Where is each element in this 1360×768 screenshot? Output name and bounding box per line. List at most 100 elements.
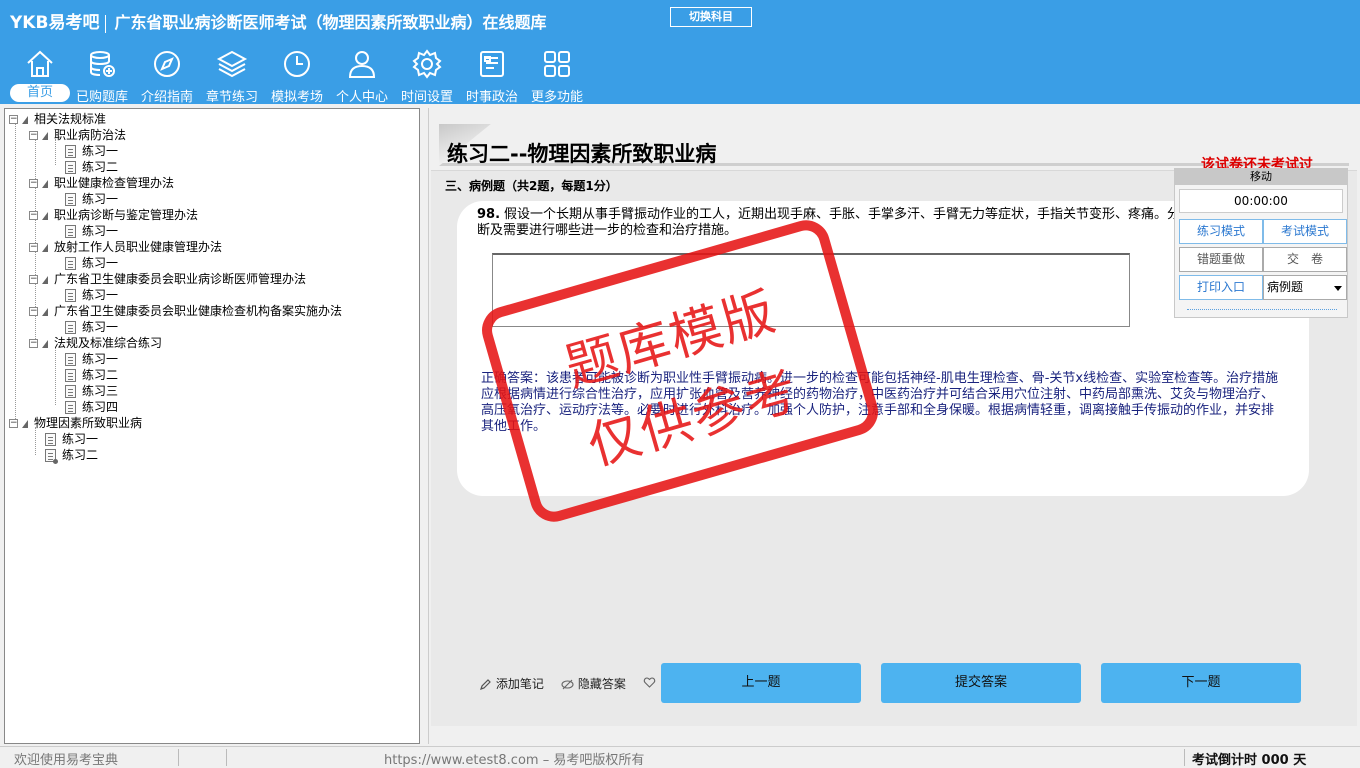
collapse-icon[interactable]: − [29,307,38,316]
question-body: 假设一个长期从事手臂振动作业的工人，近期出现手麻、手胀、手掌多汗、手臂无力等症状… [477,207,1285,238]
tree-leaf[interactable]: 练习一 [65,319,118,335]
tree-leaf-label: 练习二 [62,448,99,462]
collapse-icon[interactable]: − [29,275,38,284]
collapse-icon[interactable]: − [29,179,38,188]
nav-current-affairs[interactable]: 时事政治 [460,46,524,105]
add-note-button[interactable]: 添加笔记 [479,675,544,692]
question-type-select[interactable]: 病例题 [1263,275,1347,300]
collapse-icon[interactable]: − [29,211,38,220]
hand-in-button[interactable]: 交 卷 [1263,247,1347,272]
nav-profile-label: 个人中心 [335,90,388,105]
exam-control-panel: 移动 00:00:00 练习模式 考试模式 错题重做 交 卷 打印入口 病例题 [1174,168,1348,318]
nav-mock[interactable]: 模拟考场 [265,46,329,105]
tree-node-group[interactable]: − 职业病诊断与鉴定管理办法 [29,207,198,223]
folder-icon [42,179,48,188]
tree-node-label: 职业病诊断与鉴定管理办法 [54,208,199,222]
nav-current-affairs-label: 时事政治 [465,90,518,105]
tree-node-group[interactable]: − 法规及标准综合练习 [29,335,162,351]
collapse-icon[interactable]: − [29,339,38,348]
redo-wrong-button[interactable]: 错题重做 [1179,247,1263,272]
panel-divider [1187,309,1337,310]
tree-leaf[interactable]: 练习一 [65,351,118,367]
tree-leaf[interactable]: 练习一 [45,431,98,447]
collapse-icon[interactable]: − [9,419,18,428]
document-icon [65,161,76,174]
heart-icon [643,677,656,688]
panel-move-handle[interactable]: 移动 [1175,169,1347,185]
submit-answer-button[interactable]: 提交答案 [881,663,1081,703]
nav-chapter[interactable]: 章节练习 [200,46,264,105]
collapse-icon[interactable]: − [9,115,18,124]
tree-node-group[interactable]: − 广东省卫生健康委员会职业健康检查机构备案实施办法 [29,303,342,319]
tree-node-group[interactable]: − 职业健康检查管理办法 [29,175,174,191]
status-divider [178,749,179,766]
exam-mode-button[interactable]: 考试模式 [1263,219,1347,244]
folder-icon [22,419,28,428]
tree-leaf[interactable]: 练习一 [65,191,118,207]
nav-profile[interactable]: 个人中心 [330,46,394,105]
collapse-icon[interactable]: − [29,243,38,252]
tree-node-root-regulations[interactable]: − 相关法规标准 [9,111,106,127]
question-type-value: 病例题 [1267,280,1304,294]
status-bar: 欢迎使用易考宝典 https://www.etest8.com – 易考吧版权所… [0,746,1360,768]
nav-guide-label: 介绍指南 [140,90,193,105]
grid-icon [544,51,570,77]
tree-leaf-label: 练习一 [82,144,119,158]
answer-input[interactable] [492,253,1130,327]
tree-leaf[interactable]: 练习三 [65,383,118,399]
print-button[interactable]: 打印入口 [1179,275,1263,300]
folder-icon [42,339,48,348]
tree-node-label: 放射工作人员职业健康管理办法 [54,240,223,254]
tree-leaf[interactable]: 练习一 [65,223,118,239]
favorite-button[interactable] [643,675,656,689]
tree-node-root-physical[interactable]: − 物理因素所致职业病 [9,415,142,431]
nav-purchased[interactable]: 已购题库 [70,46,134,105]
status-copyright: https://www.etest8.com – 易考吧版权所有 [384,753,645,768]
nav-more[interactable]: 更多功能 [525,46,589,105]
folder-icon [42,211,48,220]
tree-node-group[interactable]: − 广东省卫生健康委员会职业病诊断医师管理办法 [29,271,306,287]
database-icon [90,51,115,77]
chapter-tree[interactable]: − 相关法规标准 − 职业病防治法 练习一 练习二 − 职业健康检查管理办法 练习一 … [4,108,420,744]
nav-chapter-label: 章节练习 [205,90,258,105]
tree-leaf-label: 练习一 [82,224,119,238]
switch-subject-button[interactable]: 切换科目 [670,7,752,27]
tree-leaf[interactable]: 练习四 [65,399,118,415]
tree-leaf[interactable]: 练习二 [65,159,118,175]
add-note-label: 添加笔记 [495,677,544,691]
news-icon [480,51,504,77]
status-divider [1184,749,1185,766]
nav-home[interactable]: 首页 [8,46,72,104]
nav-time-settings[interactable]: 时间设置 [395,46,459,105]
tree-leaf-current[interactable]: 练习二 [45,447,99,464]
document-icon [65,257,76,270]
tree-node-group[interactable]: − 放射工作人员职业健康管理办法 [29,239,222,255]
tree-connector [15,123,16,427]
tree-leaf[interactable]: 练习一 [65,143,118,159]
tree-leaf-label: 练习一 [82,288,119,302]
document-icon [65,401,76,414]
compass-icon [154,51,180,77]
layers-icon [216,50,248,78]
tree-node-group[interactable]: − 职业病防治法 [29,127,126,143]
collapse-icon[interactable]: − [29,131,38,140]
nav-guide[interactable]: 介绍指南 [135,46,199,105]
next-question-button[interactable]: 下一题 [1101,663,1301,703]
tree-leaf[interactable]: 练习一 [65,287,118,303]
tree-leaf[interactable]: 练习二 [65,367,118,383]
hide-answer-button[interactable]: 隐藏答案 [561,675,626,692]
document-icon [65,145,76,158]
home-icon [27,50,53,77]
document-locked-icon [45,449,58,464]
section-title: 三、病例题（共2题，每题1分） [445,179,618,193]
status-welcome: 欢迎使用易考宝典 [14,753,119,768]
tree-leaf-label: 练习四 [82,400,119,414]
exam-timer: 00:00:00 [1179,189,1343,213]
folder-icon [22,115,28,124]
prev-question-button[interactable]: 上一题 [661,663,861,703]
tree-leaf[interactable]: 练习一 [65,255,118,271]
practice-mode-button[interactable]: 练习模式 [1179,219,1263,244]
tree-node-label: 广东省卫生健康委员会职业病诊断医师管理办法 [54,272,307,286]
tree-leaf-label: 练习三 [82,384,119,398]
brand-divider [105,14,107,33]
